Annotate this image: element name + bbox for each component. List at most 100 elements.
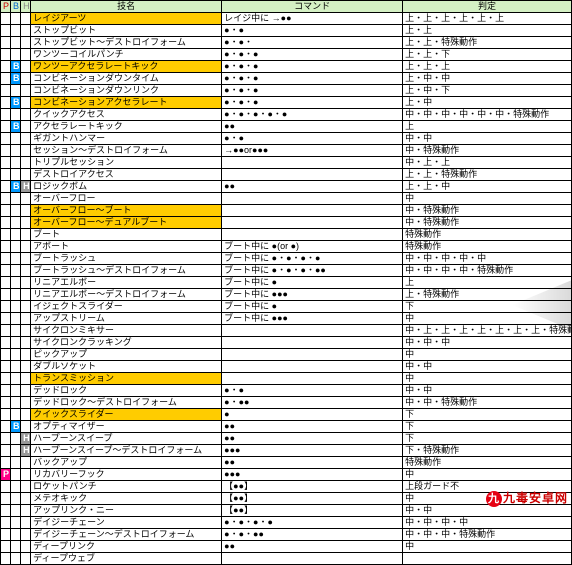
cell: [1, 145, 11, 157]
cell: ●・●・●: [222, 61, 403, 73]
cell: 中・特殊動作: [403, 205, 572, 217]
cell: [1, 313, 11, 325]
cell: トランスミッション: [31, 373, 222, 385]
cell: [21, 493, 31, 505]
cell: [11, 397, 21, 409]
cell: [222, 361, 403, 373]
cell: 上・上・中: [403, 181, 572, 193]
cell: [21, 301, 31, 313]
cell: ブート中に ●: [222, 301, 403, 313]
cell: [11, 349, 21, 361]
cell: [1, 397, 11, 409]
cell: [1, 157, 11, 169]
cell: [1, 229, 11, 241]
cell: [21, 61, 31, 73]
cell: アボート: [31, 241, 222, 253]
cell: [21, 145, 31, 157]
cell: ブート: [31, 229, 222, 241]
cell: [21, 373, 31, 385]
cell: [1, 205, 11, 217]
cell: 上: [403, 277, 572, 289]
cell: ●・●・●: [222, 49, 403, 61]
cell: [21, 313, 31, 325]
cell: バックアップ: [31, 457, 222, 469]
cell: [21, 277, 31, 289]
cell: ●・●・●●: [222, 529, 403, 541]
cell: [21, 13, 31, 25]
cell: [11, 457, 21, 469]
table-row: ディープリンク●●中: [1, 541, 572, 553]
cell: [1, 277, 11, 289]
table-row: デストロイアクセス上・上・特殊動作: [1, 169, 572, 181]
table-row: レイジアーツレイジ中に →●●上・上・上・上・上・上: [1, 13, 572, 25]
cell: 上・上・下: [403, 49, 572, 61]
cell: [222, 169, 403, 181]
cell: [21, 85, 31, 97]
cell: [11, 313, 21, 325]
cell: [21, 157, 31, 169]
cell: [1, 109, 11, 121]
cell: [1, 289, 11, 301]
cell: 中・中・中: [403, 337, 572, 349]
cell: デッドロック～デストロイフォーム: [31, 397, 222, 409]
cell: ●・●: [222, 133, 403, 145]
cell: メテオキック: [31, 493, 222, 505]
cell: [21, 97, 31, 109]
table-row: ストップビット～デストロイフォーム●・●・上・上・特殊動作: [1, 37, 572, 49]
cell: [1, 241, 11, 253]
cell: 【●●】: [222, 481, 403, 493]
table-row: アップリンク・ニー【●●】中・中: [1, 505, 572, 517]
cell: [21, 457, 31, 469]
cell: [11, 169, 21, 181]
cell: [21, 469, 31, 481]
cell: ●●: [222, 541, 403, 553]
cell: オプティマイザー: [31, 421, 222, 433]
table-row: クイックアクセス●・●・●・●・●中・中・中・中・中・中・特殊動作: [1, 109, 572, 121]
table-row: ロケットパンチ【●●】上段ガード不: [1, 481, 572, 493]
cell: セッション～デストロイフォーム: [31, 145, 222, 157]
cell: 上・上・特殊動作: [403, 169, 572, 181]
cell: [1, 253, 11, 265]
cell: 中: [403, 349, 572, 361]
cell: [21, 109, 31, 121]
cell: [11, 445, 21, 457]
cell: ギガントハンマー: [31, 133, 222, 145]
table-row: バックアップ●●特殊動作: [1, 457, 572, 469]
cell: 中・特殊動作: [403, 145, 572, 157]
cell: [11, 493, 21, 505]
cell: 上・上: [403, 25, 572, 37]
cell: 中: [403, 373, 572, 385]
table-row: イジェクトスライダーブート中に ●下: [1, 301, 572, 313]
cell: ブートラッシュ: [31, 253, 222, 265]
cell: [21, 289, 31, 301]
cell: 特殊動作: [403, 457, 572, 469]
cell: ●●: [222, 421, 403, 433]
cell: [21, 193, 31, 205]
table-row: Hハープーンスイープ～デストロイフォーム●●●下・特殊動作: [1, 445, 572, 457]
cell: [21, 253, 31, 265]
cell: [11, 241, 21, 253]
cell: 下: [403, 433, 572, 445]
cell: [11, 529, 21, 541]
cell: [1, 121, 11, 133]
cell: ●・●・●・●・●: [222, 109, 403, 121]
cell: [1, 409, 11, 421]
cell: ディープリンク: [31, 541, 222, 553]
cell: ハープーンスイープ: [31, 433, 222, 445]
cell: [222, 229, 403, 241]
cell: アップストリーム: [31, 313, 222, 325]
cell: B: [11, 73, 21, 85]
cell: コンビネーションダウンリンク: [31, 85, 222, 97]
cell: 下: [403, 301, 572, 313]
cell: [1, 385, 11, 397]
cell: ●: [222, 409, 403, 421]
cell: サイクロンミキサー: [31, 325, 222, 337]
table-row: デイジーチェーン●・●・●・●中・中・中・中: [1, 517, 572, 529]
cell: 下: [403, 421, 572, 433]
cell: 中・中・中・中: [403, 517, 572, 529]
cell: [21, 133, 31, 145]
cell: クイックスライダー: [31, 409, 222, 421]
cell: デイジーチェーン～デストロイフォーム: [31, 529, 222, 541]
cell: サイクロンクラッキング: [31, 337, 222, 349]
cell: [1, 553, 11, 565]
